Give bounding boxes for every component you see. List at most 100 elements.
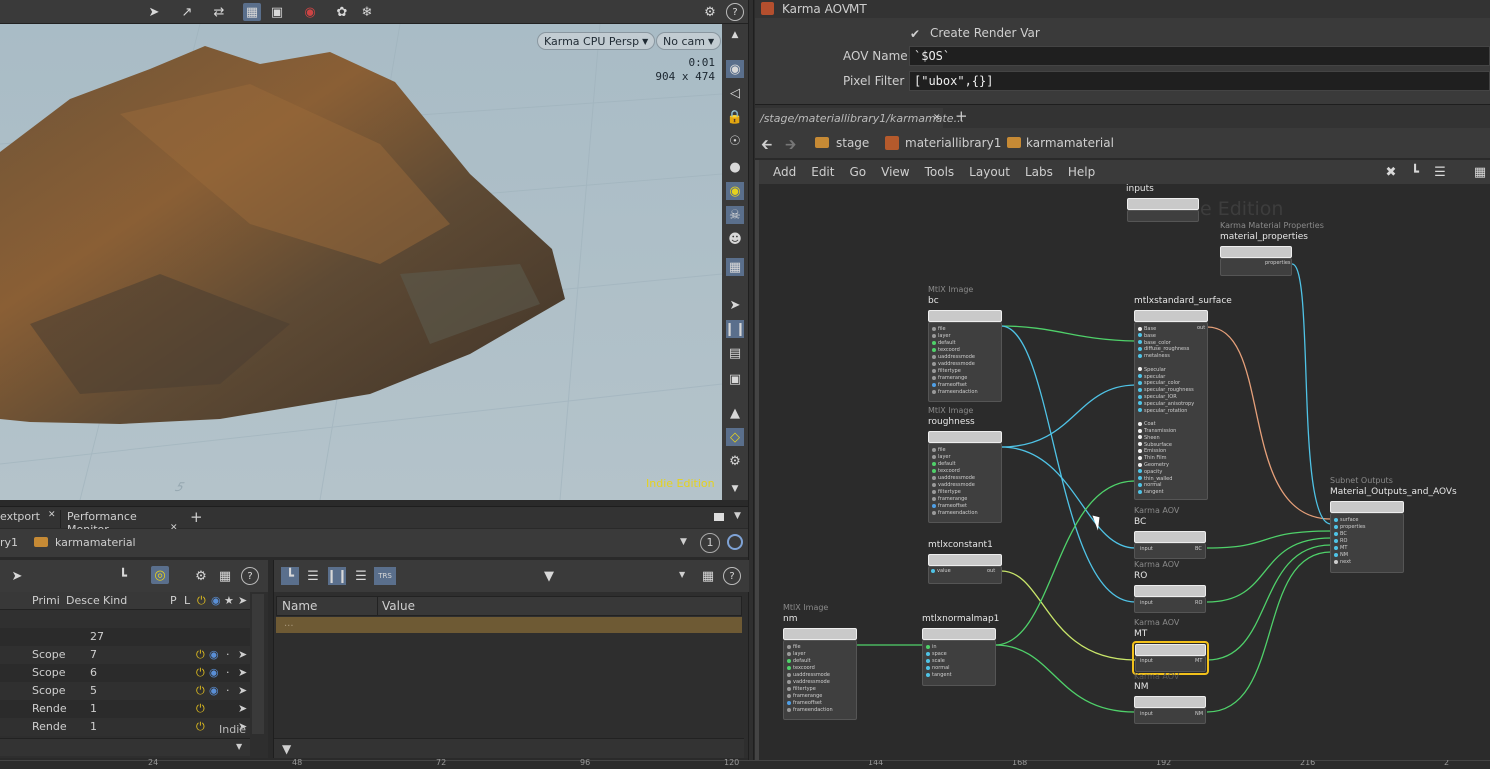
snap-icon[interactable]: ➤ xyxy=(726,296,744,314)
col-name[interactable]: Name xyxy=(282,599,317,613)
node-matprops[interactable] xyxy=(1220,246,1292,258)
power-icon[interactable]: ⏻ xyxy=(197,594,206,608)
node-aov-mt[interactable] xyxy=(1135,644,1206,656)
node-port[interactable]: properties xyxy=(1334,524,1366,531)
rows-icon[interactable]: ☰ xyxy=(352,567,370,585)
node-port[interactable]: default xyxy=(932,461,956,468)
table-row[interactable]: Scope 7 ⏻ ◉ · ➤ xyxy=(0,646,250,664)
table-row[interactable]: Rende 1 ⏻ ➤ xyxy=(0,718,250,736)
node-port[interactable]: frameendaction xyxy=(787,707,833,714)
color-icon[interactable]: ▲ xyxy=(726,404,744,422)
people-icon[interactable]: ☻ xyxy=(726,230,744,248)
node-stdsurf[interactable] xyxy=(1134,310,1208,322)
eye-icon[interactable]: ◉ xyxy=(211,594,221,607)
wire[interactable] xyxy=(994,480,1136,646)
scroll-down-icon[interactable]: ▼ xyxy=(726,480,744,498)
node-port[interactable]: file xyxy=(932,447,946,454)
node-port[interactable]: filtertype xyxy=(932,368,961,375)
table-row[interactable]: Rende 1 ⏻ ➤ xyxy=(0,700,250,718)
back-icon[interactable]: 🡰 xyxy=(761,134,772,158)
properties-selected-row[interactable]: ... xyxy=(276,617,742,633)
cursor-icon[interactable]: ➤ xyxy=(238,594,247,607)
node-port[interactable]: file xyxy=(932,326,946,333)
wire[interactable] xyxy=(994,644,1136,713)
node-port[interactable]: uaddressmode xyxy=(932,475,975,482)
node-aov-ro[interactable] xyxy=(1134,585,1206,597)
tools-icon[interactable]: ✖ xyxy=(1382,163,1400,181)
select-arrow-icon[interactable]: ➤ xyxy=(145,3,163,21)
gear-icon[interactable]: ⚙ xyxy=(701,3,719,21)
filter-dropdown-icon[interactable]: ▼ xyxy=(679,570,685,579)
col-divider[interactable] xyxy=(377,597,378,615)
forward-icon[interactable]: 🡲 xyxy=(785,134,796,158)
pane-layout-icon[interactable] xyxy=(714,513,724,521)
path-badge[interactable]: 1 xyxy=(700,533,720,553)
node-port[interactable]: vaddressmode xyxy=(787,679,830,686)
node-port[interactable]: default xyxy=(787,658,811,665)
table-row[interactable]: Scope 6 ⏻ ◉ · ➤ xyxy=(0,664,250,682)
hierarchy-icon[interactable]: ┗ xyxy=(114,567,132,585)
table-row[interactable] xyxy=(0,610,250,628)
renderer-menu[interactable]: Karma CPU Persp ▼ xyxy=(537,32,656,50)
add-tab-button[interactable]: + xyxy=(955,107,968,125)
breadcrumb-stage[interactable]: stage xyxy=(836,136,869,150)
snapshot-icon[interactable]: ▦ xyxy=(243,3,261,21)
measure-icon[interactable]: ◇ xyxy=(726,428,744,446)
close-icon[interactable]: ✕ xyxy=(933,113,941,123)
menu-view[interactable]: View xyxy=(881,165,909,179)
record-icon[interactable]: ◉ xyxy=(301,3,319,21)
wire[interactable] xyxy=(1206,551,1332,713)
list-icon[interactable]: ☰ xyxy=(1431,163,1449,181)
node-port[interactable]: frameoffset xyxy=(787,700,822,707)
wire[interactable] xyxy=(1000,325,1136,603)
gear-icon[interactable]: ⚙ xyxy=(192,567,210,585)
node-port[interactable]: filtertype xyxy=(787,686,816,693)
path-dropdown-icon[interactable]: ▼ xyxy=(680,537,687,547)
wire[interactable] xyxy=(1206,544,1332,661)
breadcrumb-karmamaterial[interactable]: karmamaterial xyxy=(1026,136,1114,150)
tree-scrollbar[interactable] xyxy=(252,594,264,734)
node-port[interactable]: MT xyxy=(1334,545,1347,552)
bag-icon[interactable]: ▦ xyxy=(216,567,234,585)
path-node[interactable]: karmamaterial xyxy=(55,536,136,549)
node-port[interactable]: framerange xyxy=(932,375,967,382)
columns-icon[interactable]: ❙❙ xyxy=(326,567,348,585)
render-region-icon[interactable]: ▣ xyxy=(268,3,286,21)
wire[interactable] xyxy=(1291,263,1332,525)
node-normalmap[interactable] xyxy=(922,628,996,640)
node-network[interactable]: Indie Edition inputs Karma Material Prop… xyxy=(755,184,1490,760)
chevron-down-icon[interactable]: ▼ xyxy=(236,742,242,751)
menu-go[interactable]: Go xyxy=(849,165,866,179)
pose-icon[interactable]: ⇄ xyxy=(210,3,228,21)
col-primi[interactable]: Primi xyxy=(32,594,60,607)
node-constant[interactable] xyxy=(928,554,1002,566)
node-port[interactable]: frameendaction xyxy=(932,510,978,517)
table-row[interactable]: 27 xyxy=(0,628,250,646)
node-port[interactable]: default xyxy=(932,340,956,347)
node-outputs[interactable] xyxy=(1330,501,1404,513)
node-port[interactable]: frameendaction xyxy=(932,389,978,396)
tools-icon[interactable]: ⚙ xyxy=(726,452,744,470)
col-value[interactable]: Value xyxy=(382,599,415,613)
grid-icon[interactable]: ▦ xyxy=(1471,163,1489,181)
node-roughness[interactable] xyxy=(928,431,1002,443)
breadcrumb-materiallibrary[interactable]: materiallibrary1 xyxy=(905,136,1001,150)
wire[interactable] xyxy=(1000,384,1136,448)
node-port[interactable]: uaddressmode xyxy=(787,672,830,679)
close-icon[interactable]: ✕ xyxy=(48,510,56,520)
node-port[interactable]: layer xyxy=(932,333,951,340)
create-render-var-checkbox[interactable]: ✔ xyxy=(910,27,920,41)
node-port[interactable]: in xyxy=(926,644,937,651)
help-icon[interactable]: ? xyxy=(241,567,259,585)
camera-menu[interactable]: No cam ▼ xyxy=(656,32,722,50)
viewport[interactable]: Karma CPU Persp ▼ No cam ▼ 0:01 904 x 474 … xyxy=(0,24,722,500)
pane-divider[interactable] xyxy=(748,0,754,769)
menu-layout[interactable]: Layout xyxy=(969,165,1010,179)
tab-extport[interactable]: extport ✕ xyxy=(0,510,58,528)
node-port[interactable]: surface xyxy=(1334,517,1358,524)
col-desce[interactable]: Desce xyxy=(66,594,100,607)
node-port[interactable]: vaddressmode xyxy=(932,482,975,489)
col-kind[interactable]: Kind xyxy=(103,594,127,607)
col-p[interactable]: P xyxy=(170,594,177,607)
node-port[interactable]: layer xyxy=(932,454,951,461)
